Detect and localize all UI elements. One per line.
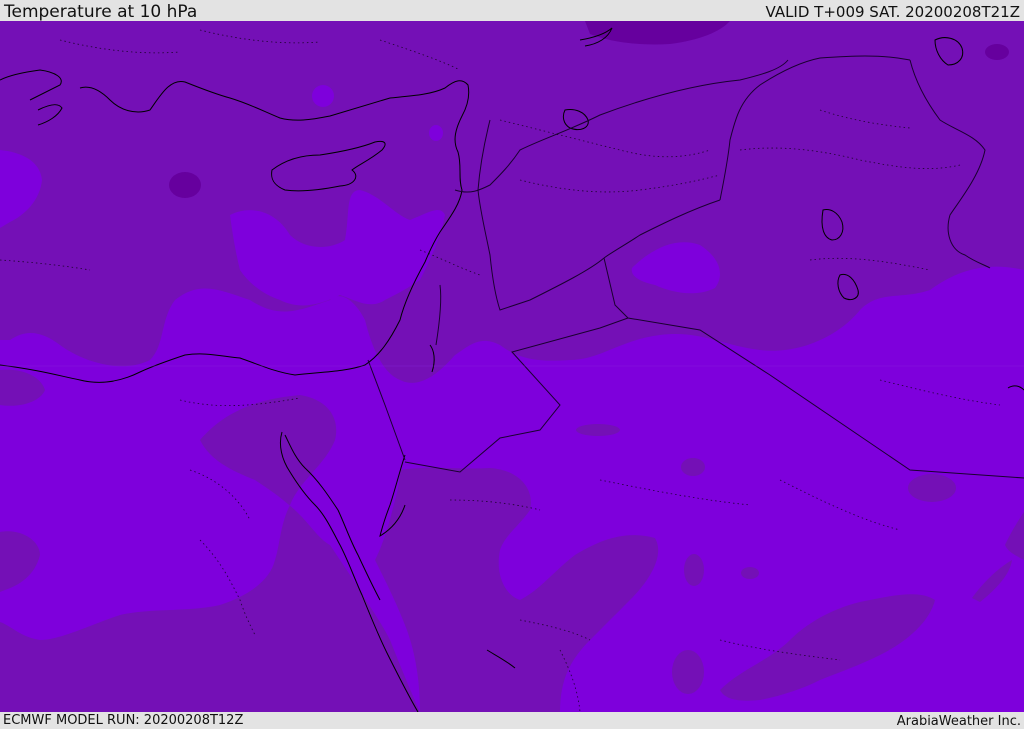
temperature-map — [0, 21, 1024, 712]
model-run-label: ECMWF MODEL RUN: 20200208T12Z — [3, 713, 244, 728]
small-cold-spot-1 — [312, 85, 334, 107]
small-mid-blob-5 — [684, 554, 704, 586]
map-canvas — [0, 21, 1024, 712]
small-cold-core-west — [169, 172, 201, 198]
valid-time-label: VALID T+009 SAT. 20200208T21Z — [765, 3, 1020, 21]
small-mid-blob-1 — [576, 424, 620, 436]
header-bar: Temperature at 10 hPa VALID T+009 SAT. 2… — [0, 0, 1024, 21]
small-cold-core-east — [985, 44, 1009, 60]
map-title: Temperature at 10 hPa — [4, 2, 198, 22]
small-mid-blob-4 — [672, 650, 704, 694]
weather-map-frame: Temperature at 10 hPa VALID T+009 SAT. 2… — [0, 0, 1024, 729]
footer-bar: ECMWF MODEL RUN: 20200208T12Z ArabiaWeat… — [0, 712, 1024, 729]
small-cold-spot-2 — [429, 125, 443, 141]
credit-label: ArabiaWeather Inc. — [896, 714, 1021, 729]
small-mid-blob-2 — [681, 458, 705, 476]
small-mid-blob-3 — [908, 474, 956, 502]
small-mid-blob-6 — [741, 567, 759, 579]
